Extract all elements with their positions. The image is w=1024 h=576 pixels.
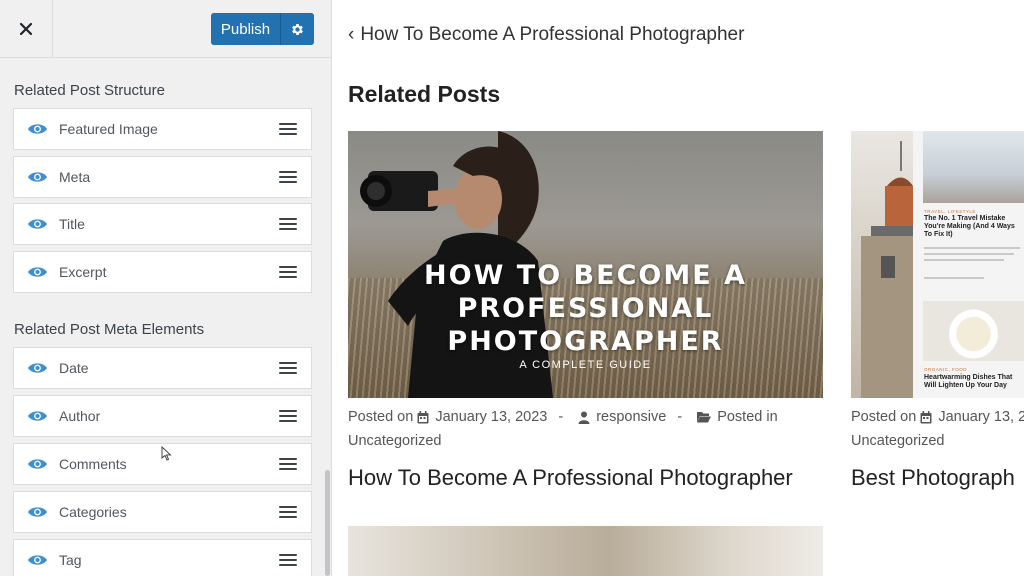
section-title-structure: Related Post Structure <box>14 82 165 99</box>
posted-in-label: Posted in <box>717 409 778 425</box>
drag-handle-icon[interactable] <box>279 217 297 231</box>
post-1-title-link[interactable]: How To Become A Professional Photographe… <box>348 465 793 491</box>
post-date-link[interactable]: January 13, 20 <box>938 409 1024 425</box>
visibility-toggle[interactable] <box>26 166 48 188</box>
image-overlay-subtitle: A COMPLETE GUIDE <box>519 359 652 371</box>
close-icon <box>19 22 33 36</box>
sortable-item-date[interactable]: Date <box>13 347 312 389</box>
mini-tag-1: TRAVEL, LIFESTYLE <box>924 209 976 214</box>
image-overlay-title: HOW TO BECOME A PROFESSIONAL PHOTOGRAPHE… <box>424 260 747 357</box>
post-1-meta: Posted on January 13, 2023 - responsive … <box>348 409 778 425</box>
calendar-icon <box>920 410 932 424</box>
customizer-app: Publish Related Post Structure Featured … <box>0 0 1024 576</box>
lighthouse-icon <box>861 141 913 398</box>
section-title-meta-elements: Related Post Meta Elements <box>14 321 205 338</box>
calendar-icon <box>417 410 429 424</box>
previous-post-link[interactable]: ‹ How To Become A Professional Photograp… <box>348 24 744 46</box>
item-label: Tag <box>59 552 82 568</box>
post-2-meta: Posted on January 13, 20 <box>851 409 1024 425</box>
item-label: Excerpt <box>59 264 107 280</box>
drag-handle-icon[interactable] <box>279 553 297 567</box>
mini-excerpt-line <box>924 259 1004 261</box>
user-icon <box>578 411 590 424</box>
eye-icon <box>27 459 47 469</box>
previous-post-title: How To Become A Professional Photographe… <box>360 24 745 45</box>
site-preview: ‹ How To Become A Professional Photograp… <box>333 0 1024 576</box>
related-posts-heading: Related Posts <box>348 81 501 107</box>
visibility-toggle[interactable] <box>26 549 48 571</box>
featured-image-post-2[interactable]: TRAVEL, LIFESTYLE The No. 1 Travel Mista… <box>851 131 1024 398</box>
item-label: Categories <box>59 504 127 520</box>
eye-icon <box>27 507 47 517</box>
eye-icon <box>27 555 47 565</box>
lighthouse-photo <box>851 131 913 398</box>
featured-image-post-1[interactable]: HOW TO BECOME A PROFESSIONAL PHOTOGRAPHE… <box>348 131 823 398</box>
mini-title-1: The No. 1 Travel Mistake You're Making (… <box>924 215 1015 238</box>
visibility-toggle[interactable] <box>26 453 48 475</box>
folder-open-icon <box>697 411 712 423</box>
drag-handle-icon[interactable] <box>279 122 297 136</box>
publish-settings-button[interactable] <box>281 13 314 45</box>
visibility-toggle[interactable] <box>26 261 48 283</box>
meta-separator: - <box>677 409 683 425</box>
mini-title-2: Heartwarming Dishes That Will Lighten Up… <box>924 374 1013 389</box>
eye-icon <box>27 219 47 229</box>
eye-icon <box>27 172 47 182</box>
drag-handle-icon[interactable] <box>279 265 297 279</box>
post-1-category-link[interactable]: Uncategorized <box>348 433 442 449</box>
visibility-toggle[interactable] <box>26 213 48 235</box>
posted-on-label: Posted on <box>348 409 414 425</box>
customizer-sidebar: Publish Related Post Structure Featured … <box>0 0 332 576</box>
item-label: Author <box>59 408 101 424</box>
travel-thumbnail <box>923 131 1024 203</box>
sortable-item-meta[interactable]: Meta <box>13 156 312 198</box>
eye-icon <box>27 267 47 277</box>
drag-handle-icon[interactable] <box>279 457 297 471</box>
drag-handle-icon[interactable] <box>279 170 297 184</box>
eye-icon <box>27 124 47 134</box>
publish-button-group: Publish <box>211 13 314 45</box>
featured-image-post-3[interactable] <box>348 526 823 576</box>
mouse-cursor-icon <box>161 446 172 461</box>
item-label: Title <box>59 216 85 232</box>
drag-handle-icon[interactable] <box>279 361 297 375</box>
post-author-link[interactable]: responsive <box>596 409 666 425</box>
mini-tag-2: ORGANIC, FOOD <box>924 367 968 372</box>
publish-button[interactable]: Publish <box>211 13 281 45</box>
item-label: Meta <box>59 169 91 185</box>
sortable-item-tag[interactable]: Tag <box>13 539 312 576</box>
item-label: Date <box>59 360 89 376</box>
post-date-link[interactable]: January 13, 2023 <box>435 409 547 425</box>
mini-excerpt-line <box>924 247 1020 249</box>
sortable-item-categories[interactable]: Categories <box>13 491 312 533</box>
gear-icon <box>292 23 303 35</box>
sortable-item-excerpt[interactable]: Excerpt <box>13 251 312 293</box>
visibility-toggle[interactable] <box>26 405 48 427</box>
posted-on-label: Posted on <box>851 409 917 425</box>
visibility-toggle[interactable] <box>26 357 48 379</box>
sidebar-scrollbar[interactable] <box>325 470 330 576</box>
mini-meta-line <box>924 277 984 279</box>
sortable-item-author[interactable]: Author <box>13 395 312 437</box>
sidebar-header: Publish <box>0 0 331 58</box>
meta-separator: - <box>558 409 564 425</box>
item-label: Featured Image <box>59 121 158 137</box>
sortable-item-title[interactable]: Title <box>13 203 312 245</box>
mini-excerpt-line <box>924 253 1014 255</box>
eye-icon <box>27 363 47 373</box>
food-thumbnail <box>923 301 1024 361</box>
sortable-item-featured-image[interactable]: Featured Image <box>13 108 312 150</box>
visibility-toggle[interactable] <box>26 501 48 523</box>
chevron-left-icon: ‹ <box>348 24 355 45</box>
drag-handle-icon[interactable] <box>279 409 297 423</box>
post-2-category-link[interactable]: Uncategorized <box>851 433 945 449</box>
eye-icon <box>27 411 47 421</box>
close-button[interactable] <box>0 0 53 58</box>
visibility-toggle[interactable] <box>26 118 48 140</box>
drag-handle-icon[interactable] <box>279 505 297 519</box>
post-2-title-link[interactable]: Best Photograph <box>851 465 1015 491</box>
